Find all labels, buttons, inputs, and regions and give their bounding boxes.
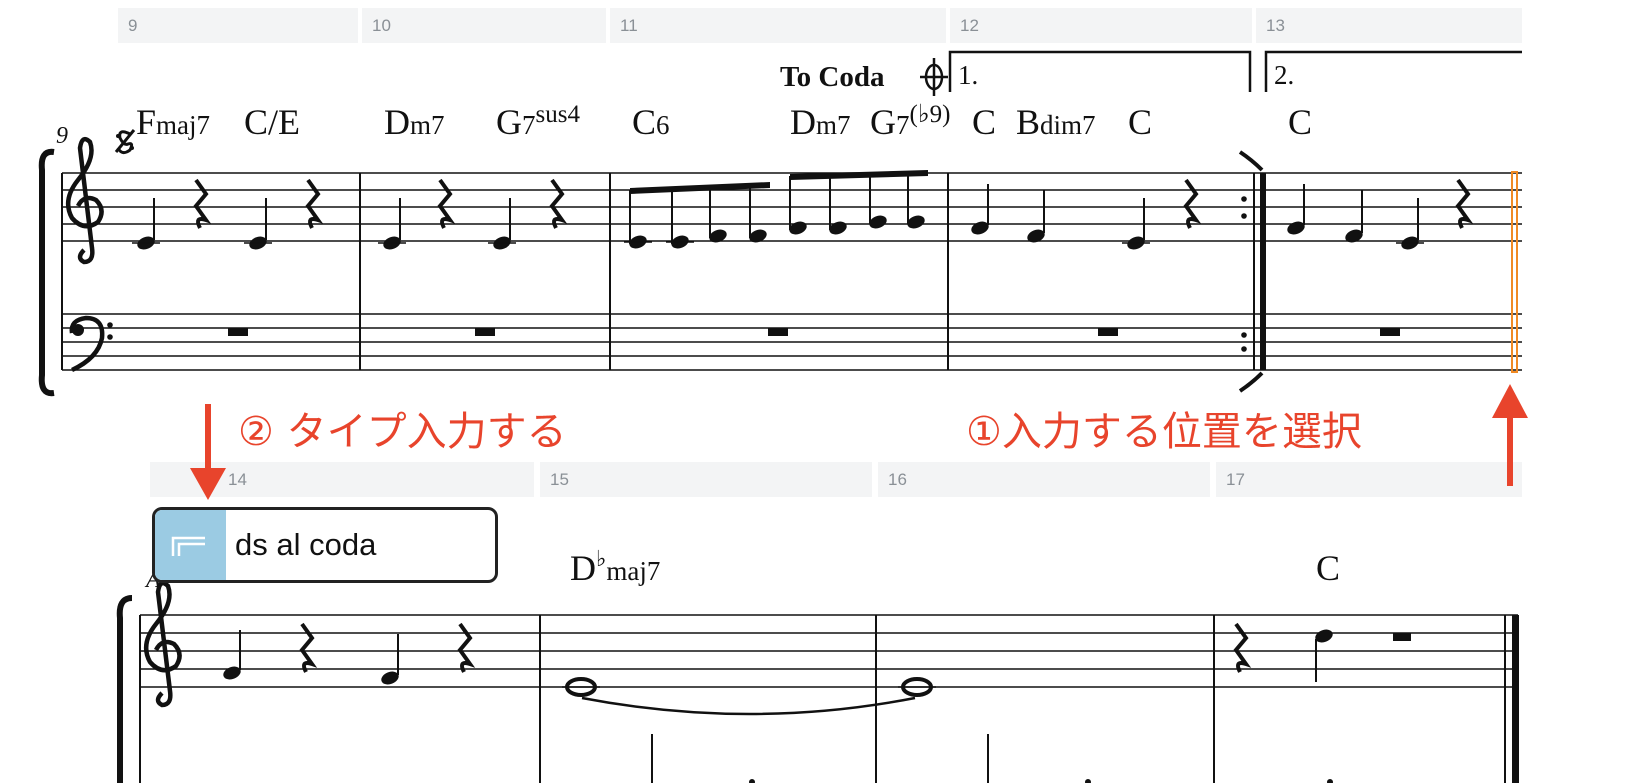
chord-ext: maj7 xyxy=(606,556,661,586)
up-arrow-icon xyxy=(1492,384,1528,486)
volta-2-label[interactable]: 2. xyxy=(1274,62,1294,89)
barlines xyxy=(61,173,1506,783)
chord-dm7[interactable]: Dm7 xyxy=(384,104,445,140)
to-coda-text[interactable]: To Coda xyxy=(780,63,885,92)
chord-ext: m7 xyxy=(816,110,851,140)
volta-bracket-icon[interactable] xyxy=(155,510,226,580)
chord-g7b9[interactable]: G7(♭9) xyxy=(870,101,951,142)
bass-clef-icon xyxy=(69,315,113,373)
stems xyxy=(153,173,1419,244)
chord-ext: 7 xyxy=(522,110,536,140)
chord-c-b[interactable]: C xyxy=(1128,104,1152,140)
chord-root: D xyxy=(790,102,816,142)
chord-c6[interactable]: C6 xyxy=(632,104,670,140)
chord-ext: maj7 xyxy=(156,110,211,140)
chord-dm7-b[interactable]: Dm7 xyxy=(790,104,851,140)
measure-number: 9 xyxy=(56,123,68,149)
quarter-rests xyxy=(193,178,1474,229)
ledger-lines xyxy=(132,241,1424,244)
down-arrow-icon xyxy=(190,404,226,500)
chord-root: D xyxy=(570,548,596,588)
notes xyxy=(223,629,1333,685)
chord-ext: 6 xyxy=(656,110,670,140)
annotation-type-input: ② タイプ入力する xyxy=(238,409,567,455)
chord-root: G xyxy=(870,102,896,142)
chord-dbmaj7[interactable]: D♭maj7 xyxy=(570,548,661,588)
text-entry-popup[interactable] xyxy=(152,507,498,583)
half-rest xyxy=(1393,633,1411,641)
volta-1-label[interactable]: 1. xyxy=(958,62,978,89)
chord-root: C xyxy=(632,102,657,142)
chord-fmaj7[interactable]: Fmaj7 xyxy=(136,104,210,140)
chord-bdim7[interactable]: Bdim7 xyxy=(1016,104,1096,140)
chord-root: F xyxy=(136,102,157,142)
system-brace xyxy=(116,595,133,783)
repeat-barline xyxy=(1260,173,1266,370)
chord-ext: m7 xyxy=(410,110,445,140)
chord-ext: dim7 xyxy=(1040,110,1096,140)
chord-ext: 7 xyxy=(896,110,910,140)
chord-g7sus4[interactable]: G7sus4 xyxy=(496,101,580,142)
chord-root: G xyxy=(496,102,522,142)
final-barline xyxy=(1512,615,1519,783)
system-brace xyxy=(38,148,55,397)
annotation-select-position: ①入力する位置を選択 xyxy=(966,409,1362,455)
chord-c-bottom[interactable]: C xyxy=(1316,550,1340,586)
chord-sup: (♭9) xyxy=(909,101,951,128)
repeat-wing xyxy=(1238,150,1264,172)
coda-icon xyxy=(920,58,948,96)
chord-c-c[interactable]: C xyxy=(1288,104,1312,140)
chord-root: D xyxy=(384,102,410,142)
repeat-wing xyxy=(1238,371,1264,393)
chord-c-a[interactable]: C xyxy=(972,104,996,140)
tie xyxy=(581,696,916,716)
chord-sup: sus4 xyxy=(535,101,580,128)
chord-root: B xyxy=(1016,102,1041,142)
whole-rests xyxy=(228,328,1400,336)
popup-text-input[interactable] xyxy=(235,510,485,580)
volta-brackets xyxy=(948,50,1522,92)
treble-clef-icon xyxy=(65,136,104,265)
quarter-rests xyxy=(299,622,1252,673)
chord-c-over-e[interactable]: C/E xyxy=(244,104,300,140)
notes xyxy=(137,215,1419,250)
chord-accidental: ♭ xyxy=(596,546,607,571)
